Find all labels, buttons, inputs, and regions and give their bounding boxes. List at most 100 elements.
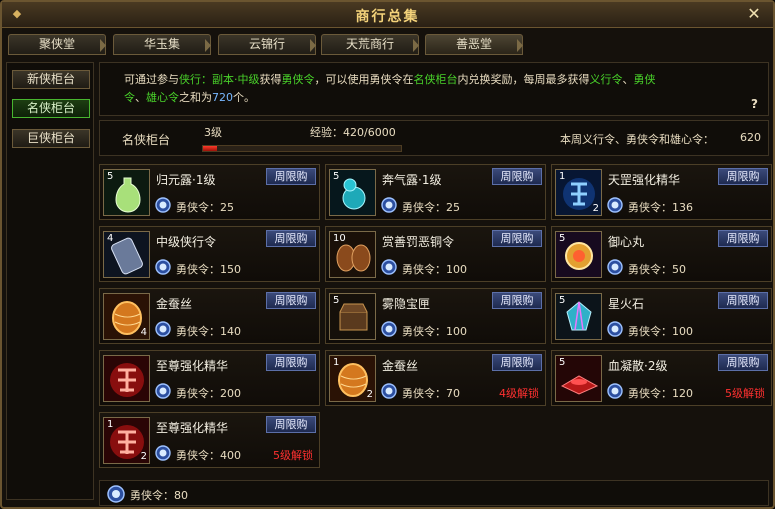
item-name: 金蚕丝	[156, 297, 193, 311]
sidebar-item-famous-counter[interactable]: 名侠柜台	[12, 99, 90, 118]
tab-shanetang[interactable]: 善恶堂	[425, 34, 523, 55]
item-card[interactable]: 5 星火石 周限购勇侠令：100	[551, 288, 772, 344]
token-currency-icon	[155, 321, 171, 337]
silk-icon[interactable]: 12	[329, 355, 376, 402]
shop-window: ◆ 商行总集 ✕ 聚侠堂 华玉集 云锦行 天荒商行 善恶堂 新侠柜台 名侠柜台 …	[0, 0, 775, 509]
token-currency-icon	[607, 383, 623, 399]
token-currency-icon	[607, 321, 623, 337]
sidebar-item-giant-counter[interactable]: 巨侠柜台	[12, 129, 90, 148]
item-card[interactable]: 5 血凝散·2级 周限购 勇侠令：120 5级解锁	[551, 350, 772, 406]
info-text: 可通过参与侠行：副本·中级获得勇侠令，可以使用勇侠令在名侠柜台内兑换奖励，每周最…	[99, 62, 769, 116]
item-card[interactable]: 1 2 天罡强化精华 周限购勇侠令：136	[551, 164, 772, 220]
price-value: 70	[446, 387, 460, 400]
weekly-limit-button[interactable]: 周限购	[718, 230, 768, 247]
item-quantity: 5	[333, 171, 340, 182]
price-value: 200	[220, 387, 241, 400]
weekly-limit-button[interactable]: 周限购	[718, 292, 768, 309]
item-price: 勇侠令：400	[176, 447, 241, 463]
tab-yunjinhang[interactable]: 云锦行	[218, 34, 316, 55]
red-rune-icon[interactable]: 12	[103, 417, 150, 464]
item-card[interactable]: 4 中级侠行令 周限购 勇侠令：150	[99, 226, 320, 282]
item-card[interactable]: 5 御心丸 周限购 勇侠令：50	[551, 226, 772, 282]
weekly-limit-button[interactable]: 周限购	[266, 230, 316, 247]
item-price: 勇侠令：100	[628, 323, 693, 339]
weekly-limit-button[interactable]: 周限购	[266, 416, 316, 433]
token-currency-icon	[155, 197, 171, 213]
item-card[interactable]: 至尊强化精华 周限购 勇侠令：200	[99, 350, 320, 406]
item-card[interactable]: 5 奔气露·1级 周限购 勇侠令：25	[325, 164, 546, 220]
info-text-segment: 可通过参与	[124, 73, 179, 86]
price-currency-label: 勇侠令：	[628, 387, 672, 400]
item-grid: 5 归元露·1级 周限购 勇侠令：25 5 奔气露·1级 周限购 勇侠令：25 1 2 天罡强化精华…	[99, 164, 772, 476]
gem-icon[interactable]: 5	[555, 293, 602, 340]
chest-icon[interactable]: 5	[329, 293, 376, 340]
item-quantity: 5	[107, 171, 114, 182]
token-icon[interactable]: 4	[103, 231, 150, 278]
item-price: 勇侠令：100	[402, 261, 467, 277]
tab-huayuji[interactable]: 华玉集	[113, 34, 211, 55]
weekly-limit-button[interactable]: 周限购	[492, 354, 542, 371]
token-currency-icon	[155, 259, 171, 275]
item-quantity: 1	[333, 357, 340, 368]
weekly-limit-button[interactable]: 周限购	[492, 292, 542, 309]
exp-progress-fill	[203, 146, 217, 151]
item-price: 勇侠令：25	[176, 199, 234, 215]
item-quantity: 5	[559, 295, 566, 306]
item-name: 天罡强化精华	[608, 173, 681, 187]
red-powder-icon[interactable]: 5	[555, 355, 602, 402]
weekly-limit-button[interactable]: 周限购	[718, 168, 768, 185]
red-rune-icon[interactable]	[103, 355, 150, 402]
pill-icon[interactable]: 5	[555, 231, 602, 278]
item-card[interactable]: 10 赏善罚恶铜令 周限购 勇侠令：100	[325, 226, 546, 282]
info-link-counter[interactable]: 名侠柜台	[414, 73, 458, 86]
counter-level: 3级	[204, 126, 222, 139]
weekly-limit-button[interactable]: 周限购	[266, 354, 316, 371]
item-card[interactable]: 5 雾隐宝匣 周限购 勇侠令：100	[325, 288, 546, 344]
cyan-gourd-icon[interactable]: 5	[329, 169, 376, 216]
token-currency-icon	[381, 321, 397, 337]
close-icon[interactable]: ✕	[745, 5, 763, 23]
item-card[interactable]: 1 2 至尊强化精华 周限购 勇侠令：400 5级解锁	[99, 412, 320, 468]
price-currency-label: 勇侠令：	[402, 387, 446, 400]
weekly-limit-button[interactable]: 周限购	[492, 168, 542, 185]
sidebar-item-new-counter[interactable]: 新侠柜台	[12, 70, 90, 89]
info-link-token[interactable]: 勇侠令	[282, 73, 315, 86]
silk-icon[interactable]: 4	[103, 293, 150, 340]
info-link-yongxia-cont[interactable]: 令	[124, 91, 135, 104]
price-currency-label: 勇侠令：	[628, 263, 672, 276]
tab-juxiatang[interactable]: 聚侠堂	[8, 34, 106, 55]
bronze-token-icon[interactable]: 10	[329, 231, 376, 278]
weekly-limit-button[interactable]: 周限购	[266, 168, 316, 185]
blue-rune-icon[interactable]: 12	[555, 169, 602, 216]
tab-tianhuang[interactable]: 天荒商行	[321, 34, 419, 55]
weekly-limit-button[interactable]: 周限购	[492, 230, 542, 247]
price-value: 136	[672, 201, 693, 214]
exp-label: 经验：420/6000	[310, 126, 396, 139]
item-price: 勇侠令：136	[628, 199, 693, 215]
item-price: 勇侠令：150	[176, 261, 241, 277]
info-link-yongxia[interactable]: 勇侠	[634, 73, 656, 86]
item-name: 星火石	[608, 297, 645, 311]
item-name: 至尊强化精华	[156, 421, 229, 435]
item-price: 勇侠令：140	[176, 323, 241, 339]
item-name: 奔气露·1级	[382, 173, 442, 187]
token-currency-icon	[155, 383, 171, 399]
item-quantity: 5	[559, 233, 566, 244]
weekly-limit-button[interactable]: 周限购	[266, 292, 316, 309]
help-icon[interactable]: ?	[751, 95, 758, 113]
info-link-xiongxin[interactable]: 雄心令	[146, 91, 179, 104]
info-link-dungeon[interactable]: 侠行：副本·中级	[179, 73, 260, 86]
item-card[interactable]: 4 金蚕丝 周限购勇侠令：140	[99, 288, 320, 344]
item-card[interactable]: 1 2 金蚕丝 周限购 勇侠令：70 4级解锁	[325, 350, 546, 406]
price-value: 25	[220, 201, 234, 214]
token-currency-icon	[381, 259, 397, 275]
tab-label: 聚侠堂	[38, 37, 75, 51]
item-card[interactable]: 5 归元露·1级 周限购 勇侠令：25	[99, 164, 320, 220]
green-bottle-icon[interactable]: 5	[103, 169, 150, 216]
info-link-yixing[interactable]: 义行令	[590, 73, 623, 86]
token-currency-icon	[607, 197, 623, 213]
weekly-limit-button[interactable]: 周限购	[718, 354, 768, 371]
item-quantity: 1	[107, 419, 114, 430]
price-value: 120	[672, 387, 693, 400]
price-currency-label: 勇侠令：	[402, 201, 446, 214]
